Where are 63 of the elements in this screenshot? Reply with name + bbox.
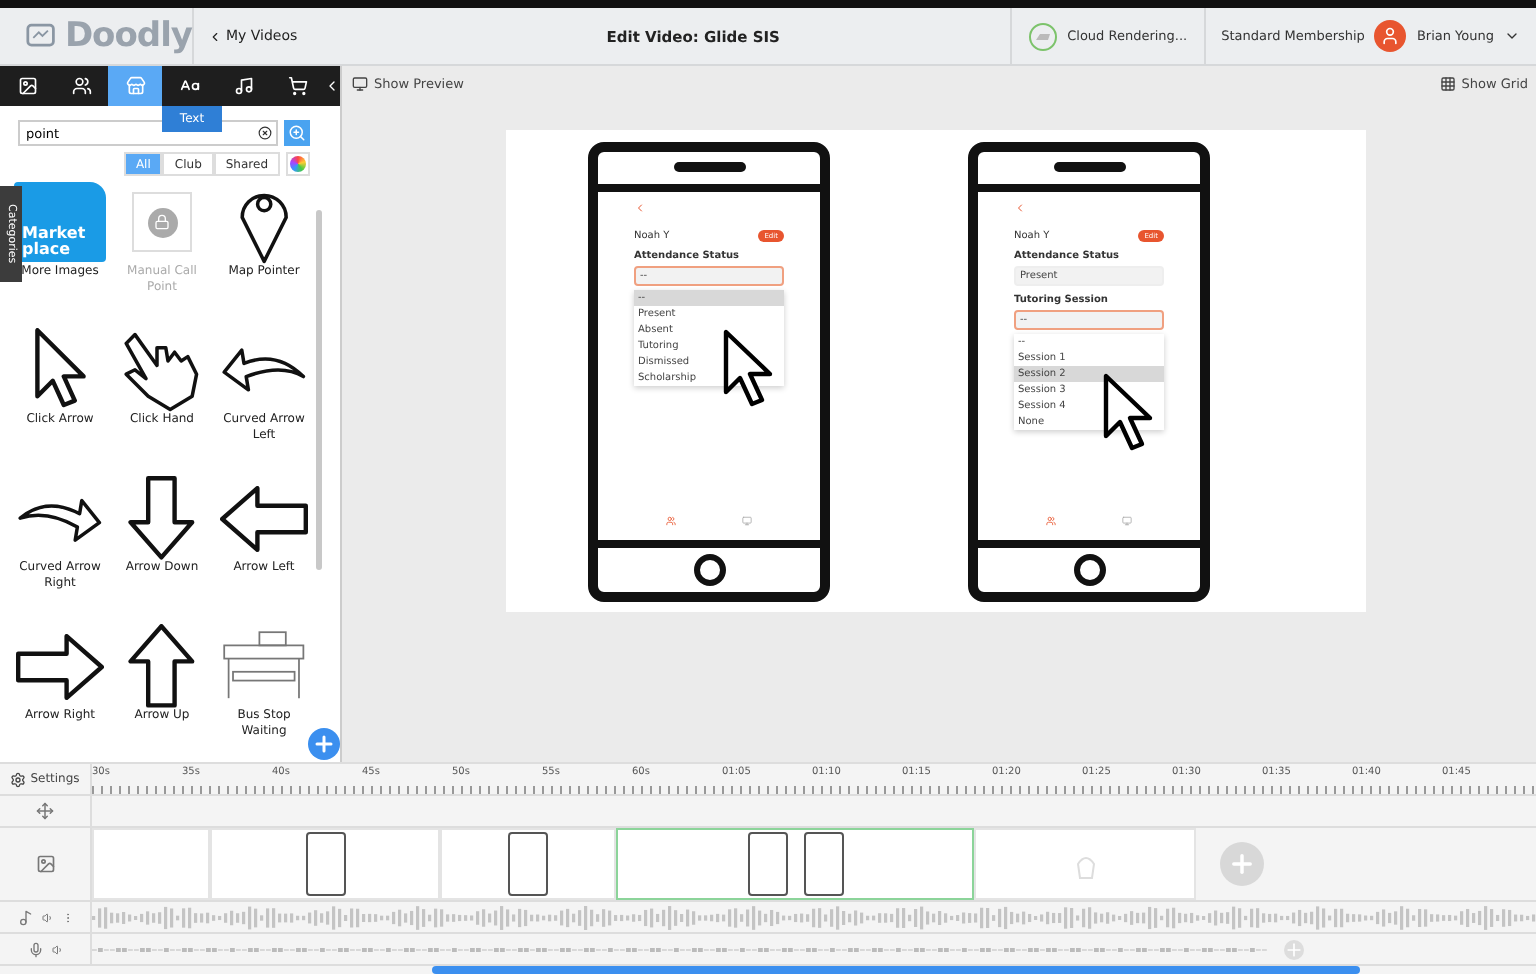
- add-button[interactable]: [308, 728, 340, 760]
- image-track-icon[interactable]: [35, 854, 55, 874]
- image-icon: [17, 76, 37, 96]
- logo-icon: [26, 20, 59, 52]
- nav-icon: [1121, 515, 1132, 525]
- nav-icon: [741, 515, 752, 525]
- music-icon[interactable]: [17, 909, 33, 925]
- phone-speaker: [1053, 162, 1125, 172]
- user-icon: [1380, 26, 1401, 46]
- home-button-drawing: [693, 553, 725, 585]
- chevron-left-icon: [324, 78, 340, 94]
- phone-thumbnail: [508, 832, 548, 896]
- nav-icon: [1046, 515, 1057, 525]
- phone-thumbnail: [305, 832, 345, 896]
- avatar-icon[interactable]: [1374, 20, 1407, 52]
- timeline-clip[interactable]: [974, 828, 1196, 900]
- clear-icon[interactable]: [258, 126, 272, 140]
- volume-icon[interactable]: [51, 943, 63, 955]
- marketplace-label: Market place: [22, 226, 88, 258]
- timeline-clip[interactable]: [210, 828, 440, 900]
- scrollbar-thumb[interactable]: [316, 210, 322, 570]
- up-icon: [124, 624, 200, 708]
- timeline-scrollbar[interactable]: [432, 966, 1360, 974]
- volume-icon[interactable]: [41, 911, 53, 923]
- left-icon: [220, 485, 308, 551]
- plus-icon: [1228, 850, 1256, 878]
- phone-thumbnail: [747, 832, 787, 896]
- move-icon[interactable]: [36, 802, 54, 820]
- settings-icon: [10, 771, 27, 787]
- phone-thumbnail: [803, 832, 843, 896]
- plus-icon: [312, 732, 336, 756]
- back-icon: [1014, 201, 1026, 213]
- logo-text: Doodly: [64, 16, 192, 56]
- timeline-clip[interactable]: [92, 828, 210, 900]
- home-button-drawing: [1073, 553, 1105, 585]
- phone-speaker: [673, 162, 745, 172]
- timeline-clip[interactable]: [440, 828, 616, 900]
- add-clip-button[interactable]: [1220, 842, 1264, 886]
- people-icon: [71, 76, 91, 96]
- lock-icon: [147, 207, 177, 237]
- cart-icon: [287, 76, 307, 96]
- back-icon: [634, 201, 646, 213]
- grid-icon: [1439, 76, 1456, 92]
- curved-left-icon: [222, 348, 306, 392]
- search-button[interactable]: [284, 120, 310, 146]
- color-filter-button[interactable]: [286, 152, 310, 176]
- chevron-left-icon: [208, 29, 222, 43]
- curved-right-icon: [18, 493, 102, 543]
- search-icon: [288, 124, 306, 142]
- monitor-icon: [352, 76, 368, 92]
- hand-icon: [124, 328, 200, 412]
- mic-icon[interactable]: [27, 941, 43, 957]
- furniture-icon: [222, 630, 306, 702]
- text-icon: [179, 76, 199, 96]
- color-wheel-icon: [290, 156, 306, 172]
- chevron-down-icon[interactable]: [1504, 28, 1520, 44]
- timeline-clip[interactable]: [616, 828, 974, 900]
- music-icon: [233, 76, 253, 96]
- down-icon: [124, 476, 200, 560]
- cloud-render-icon: [1027, 21, 1058, 51]
- store-icon: [125, 76, 145, 96]
- right-icon: [16, 633, 104, 699]
- nav-icon: [666, 515, 677, 525]
